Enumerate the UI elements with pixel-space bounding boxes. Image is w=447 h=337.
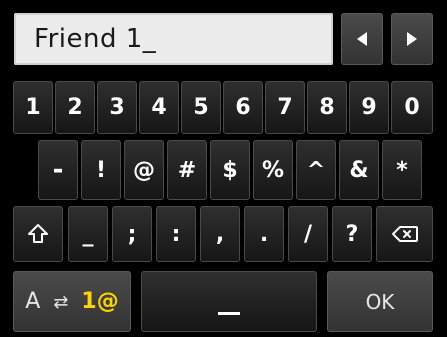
key-4[interactable]: 4 bbox=[139, 81, 179, 134]
right-arrow-icon bbox=[407, 32, 417, 46]
text-entry-field[interactable]: Friend 1_ bbox=[14, 13, 333, 65]
key-hash[interactable]: # bbox=[167, 140, 207, 200]
key-underscore[interactable]: _ bbox=[68, 206, 108, 262]
backspace-key[interactable] bbox=[376, 206, 433, 262]
key-5[interactable]: 5 bbox=[181, 81, 221, 134]
key-slash[interactable]: / bbox=[288, 206, 328, 262]
key-8[interactable]: 8 bbox=[307, 81, 347, 134]
key-6[interactable]: 6 bbox=[223, 81, 263, 134]
key-colon[interactable]: : bbox=[156, 206, 196, 262]
cursor-right-button[interactable] bbox=[391, 13, 433, 65]
key-period[interactable]: . bbox=[244, 206, 284, 262]
key-9[interactable]: 9 bbox=[349, 81, 389, 134]
text-entry-value: Friend 1_ bbox=[34, 24, 157, 54]
key-exclamation[interactable]: ! bbox=[81, 140, 121, 200]
key-3[interactable]: 3 bbox=[97, 81, 137, 134]
key-comma[interactable]: , bbox=[200, 206, 240, 262]
key-1[interactable]: 1 bbox=[13, 81, 53, 134]
mode-alpha-label: A bbox=[25, 289, 41, 314]
key-asterisk[interactable]: * bbox=[382, 140, 422, 200]
key-question[interactable]: ? bbox=[332, 206, 372, 262]
key-2[interactable]: 2 bbox=[55, 81, 95, 134]
backspace-icon bbox=[391, 226, 418, 242]
space-icon bbox=[218, 312, 240, 315]
left-arrow-icon bbox=[357, 32, 367, 46]
mode-numeric-label: 1@ bbox=[81, 289, 119, 314]
shift-key[interactable] bbox=[13, 206, 63, 262]
ok-button[interactable]: OK bbox=[327, 271, 433, 332]
shift-icon bbox=[28, 224, 48, 243]
key-7[interactable]: 7 bbox=[265, 81, 305, 134]
key-ampersand[interactable]: & bbox=[339, 140, 379, 200]
key-percent[interactable]: % bbox=[253, 140, 293, 200]
key-0[interactable]: 0 bbox=[391, 81, 433, 134]
key-dash[interactable]: - bbox=[38, 140, 78, 200]
key-semicolon[interactable]: ; bbox=[112, 206, 152, 262]
key-at[interactable]: @ bbox=[124, 140, 164, 200]
mode-cycle-icon: ⇄ bbox=[53, 292, 69, 313]
key-dollar[interactable]: $ bbox=[210, 140, 250, 200]
key-caret[interactable]: ^ bbox=[296, 140, 336, 200]
input-mode-button[interactable]: A ⇄ 1@ bbox=[13, 271, 131, 332]
space-key[interactable] bbox=[141, 271, 317, 332]
keyboard-screen: Friend 1_ 1 2 3 4 5 6 7 8 9 0 - ! @ # $ … bbox=[0, 0, 447, 337]
cursor-left-button[interactable] bbox=[341, 13, 383, 65]
